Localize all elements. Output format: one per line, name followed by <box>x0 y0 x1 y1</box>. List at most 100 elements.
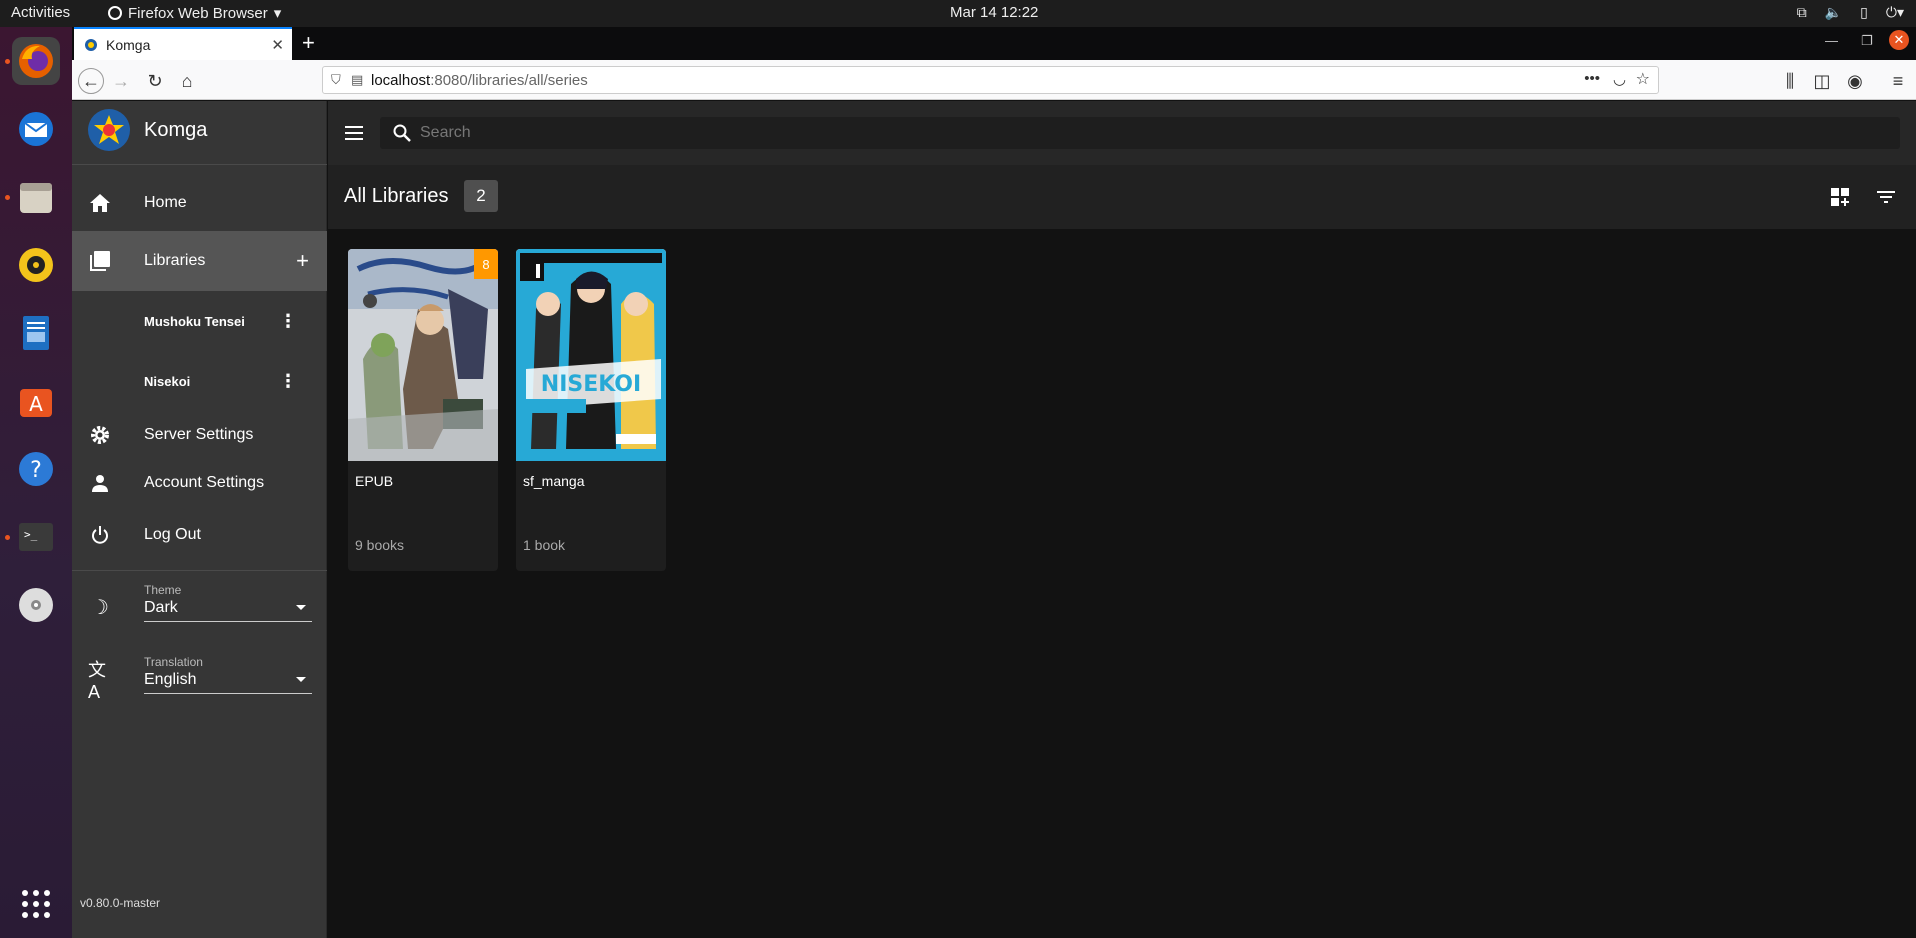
unread-count-badge: 8 <box>474 249 498 279</box>
komga-logo <box>88 109 130 151</box>
power-icon <box>88 523 112 547</box>
translation-value: English <box>144 671 197 688</box>
system-top-bar: Activities Firefox Web Browser ▾ Mar 14 … <box>0 0 1916 27</box>
series-card[interactable]: NISEKOI sf_manga 1 book <box>516 249 666 571</box>
nav-libraries[interactable]: Libraries + <box>72 231 327 291</box>
count-badge: 2 <box>464 180 498 212</box>
nav-libraries-label: Libraries <box>144 252 206 269</box>
app-menu[interactable]: Firefox Web Browser ▾ <box>108 4 281 22</box>
app-bar <box>328 101 1916 165</box>
search-input[interactable] <box>420 117 1880 149</box>
home-icon[interactable]: ⌂ <box>174 68 200 94</box>
theme-value-field[interactable]: Dark <box>144 599 312 622</box>
nav-logout[interactable]: Log Out <box>72 511 327 559</box>
power-menu-icon: ⏻▾ <box>1885 4 1904 20</box>
menu-icon[interactable]: ≡ <box>1885 68 1911 94</box>
page-info-icon[interactable]: ▤ <box>351 72 363 88</box>
maximize-icon[interactable]: ❐ <box>1861 33 1873 49</box>
app-menu-label: Firefox Web Browser <box>128 4 268 22</box>
page-title: All Libraries <box>344 185 449 207</box>
theme-moon-icon: ☽ <box>91 596 109 619</box>
library-item[interactable]: Mushoku Tensei ⋮ <box>72 297 327 345</box>
svg-text:A: A <box>29 392 43 416</box>
more-vert-icon[interactable]: ⋮ <box>279 311 297 332</box>
dvd-dock-icon[interactable] <box>12 581 60 629</box>
svg-text:NISEKOI: NISEKOI <box>541 372 641 397</box>
menu-toggle-icon[interactable] <box>342 121 366 145</box>
url-host: localhost <box>371 71 431 89</box>
translation-caption: Translation <box>144 655 203 669</box>
nav-server-settings[interactable]: Server Settings <box>72 411 327 459</box>
library-icon[interactable]: ⫼ <box>1777 68 1803 94</box>
divider <box>72 570 327 571</box>
system-tray[interactable]: ⧉ 🔈 ▯ ⏻▾ <box>1797 4 1904 21</box>
add-library-icon[interactable]: + <box>296 248 309 274</box>
library-books-icon <box>88 249 112 273</box>
browser-nav-bar: ← → ↻ ⌂ ⛉ ▤ localhost:8080/libraries/all… <box>72 60 1916 100</box>
activities-button[interactable]: Activities <box>11 4 70 21</box>
library-item[interactable]: Nisekoi ⋮ <box>72 357 327 405</box>
navigation-drawer: Komga Home Libraries + Mushoku Tensei ⋮ … <box>72 101 327 938</box>
writer-dock-icon[interactable] <box>12 309 60 357</box>
translate-icon: 文A <box>88 659 106 702</box>
url-path: :8080/libraries/all/series <box>430 71 588 89</box>
page-actions-icon[interactable]: ••• <box>1584 70 1600 87</box>
app-version: v0.80.0-master <box>80 896 161 910</box>
battery-icon: ▯ <box>1860 4 1868 20</box>
close-window-icon[interactable]: ✕ <box>1889 30 1909 50</box>
browser-tab[interactable]: Komga ✕ <box>74 27 292 60</box>
url-bar[interactable]: ⛉ ▤ localhost:8080/libraries/all/series … <box>322 66 1659 94</box>
series-cover-image[interactable]: NISEKOI <box>516 249 666 461</box>
firefox-small-icon <box>108 6 122 20</box>
nav-account-settings[interactable]: Account Settings <box>72 459 327 507</box>
sidebar-toggle-icon[interactable]: ◫ <box>1809 68 1835 94</box>
firefox-dock-icon[interactable] <box>12 37 60 85</box>
brand-header[interactable]: Komga <box>72 101 327 165</box>
running-indicator <box>5 195 10 200</box>
files-dock-icon[interactable] <box>12 173 60 221</box>
home-icon <box>88 191 112 215</box>
series-title[interactable]: sf_manga <box>523 473 584 489</box>
nav-server-settings-label: Server Settings <box>144 426 254 443</box>
nav-logout-label: Log Out <box>144 526 201 543</box>
series-book-count: 1 book <box>523 537 566 553</box>
app-name: Komga <box>144 119 208 141</box>
komga-favicon-icon <box>85 38 97 51</box>
gear-icon <box>88 423 112 447</box>
series-title[interactable]: EPUB <box>355 473 393 489</box>
bookmark-star-icon[interactable]: ☆ <box>1636 69 1650 89</box>
pocket-icon[interactable]: ◡ <box>1613 70 1626 88</box>
running-indicator <box>5 59 10 64</box>
theme-value: Dark <box>144 599 178 616</box>
theme-select[interactable]: Theme Dark <box>144 583 312 622</box>
library-item-label: Nisekoi <box>144 373 191 389</box>
terminal-dock-icon[interactable]: >_ <box>12 513 60 561</box>
series-cover-image[interactable]: 8 <box>348 249 498 461</box>
translation-select[interactable]: Translation English <box>144 655 312 694</box>
running-indicator <box>5 535 10 540</box>
software-dock-icon[interactable]: A <box>12 377 60 425</box>
minimize-icon[interactable]: — <box>1825 33 1838 48</box>
forward-icon[interactable]: → <box>108 68 134 94</box>
reload-icon[interactable]: ↻ <box>142 68 168 94</box>
library-add-icon[interactable] <box>1828 185 1852 209</box>
series-card[interactable]: 8 EPUB 9 books <box>348 249 498 571</box>
help-dock-icon[interactable]: ? <box>12 445 60 493</box>
thunderbird-dock-icon[interactable] <box>12 105 60 153</box>
more-vert-icon[interactable]: ⋮ <box>279 371 297 392</box>
dropdown-arrow-icon <box>296 677 306 682</box>
account-icon[interactable]: ◉ <box>1842 68 1868 94</box>
show-apps-icon[interactable] <box>12 880 60 928</box>
search-box[interactable] <box>380 117 1900 149</box>
new-tab-icon[interactable]: + <box>302 30 315 56</box>
nav-home[interactable]: Home <box>72 179 327 227</box>
person-icon <box>88 471 112 495</box>
tracking-protection-icon[interactable]: ⛉ <box>331 72 341 88</box>
rhythmbox-dock-icon[interactable] <box>12 241 60 289</box>
browser-tab-strip: Komga ✕ + — ❐ ✕ <box>72 27 1916 60</box>
back-icon[interactable]: ← <box>78 68 104 94</box>
translation-value-field[interactable]: English <box>144 671 312 694</box>
close-tab-icon[interactable]: ✕ <box>271 36 284 54</box>
clock[interactable]: Mar 14 12:22 <box>950 4 1038 21</box>
filter-icon[interactable] <box>1874 185 1898 209</box>
